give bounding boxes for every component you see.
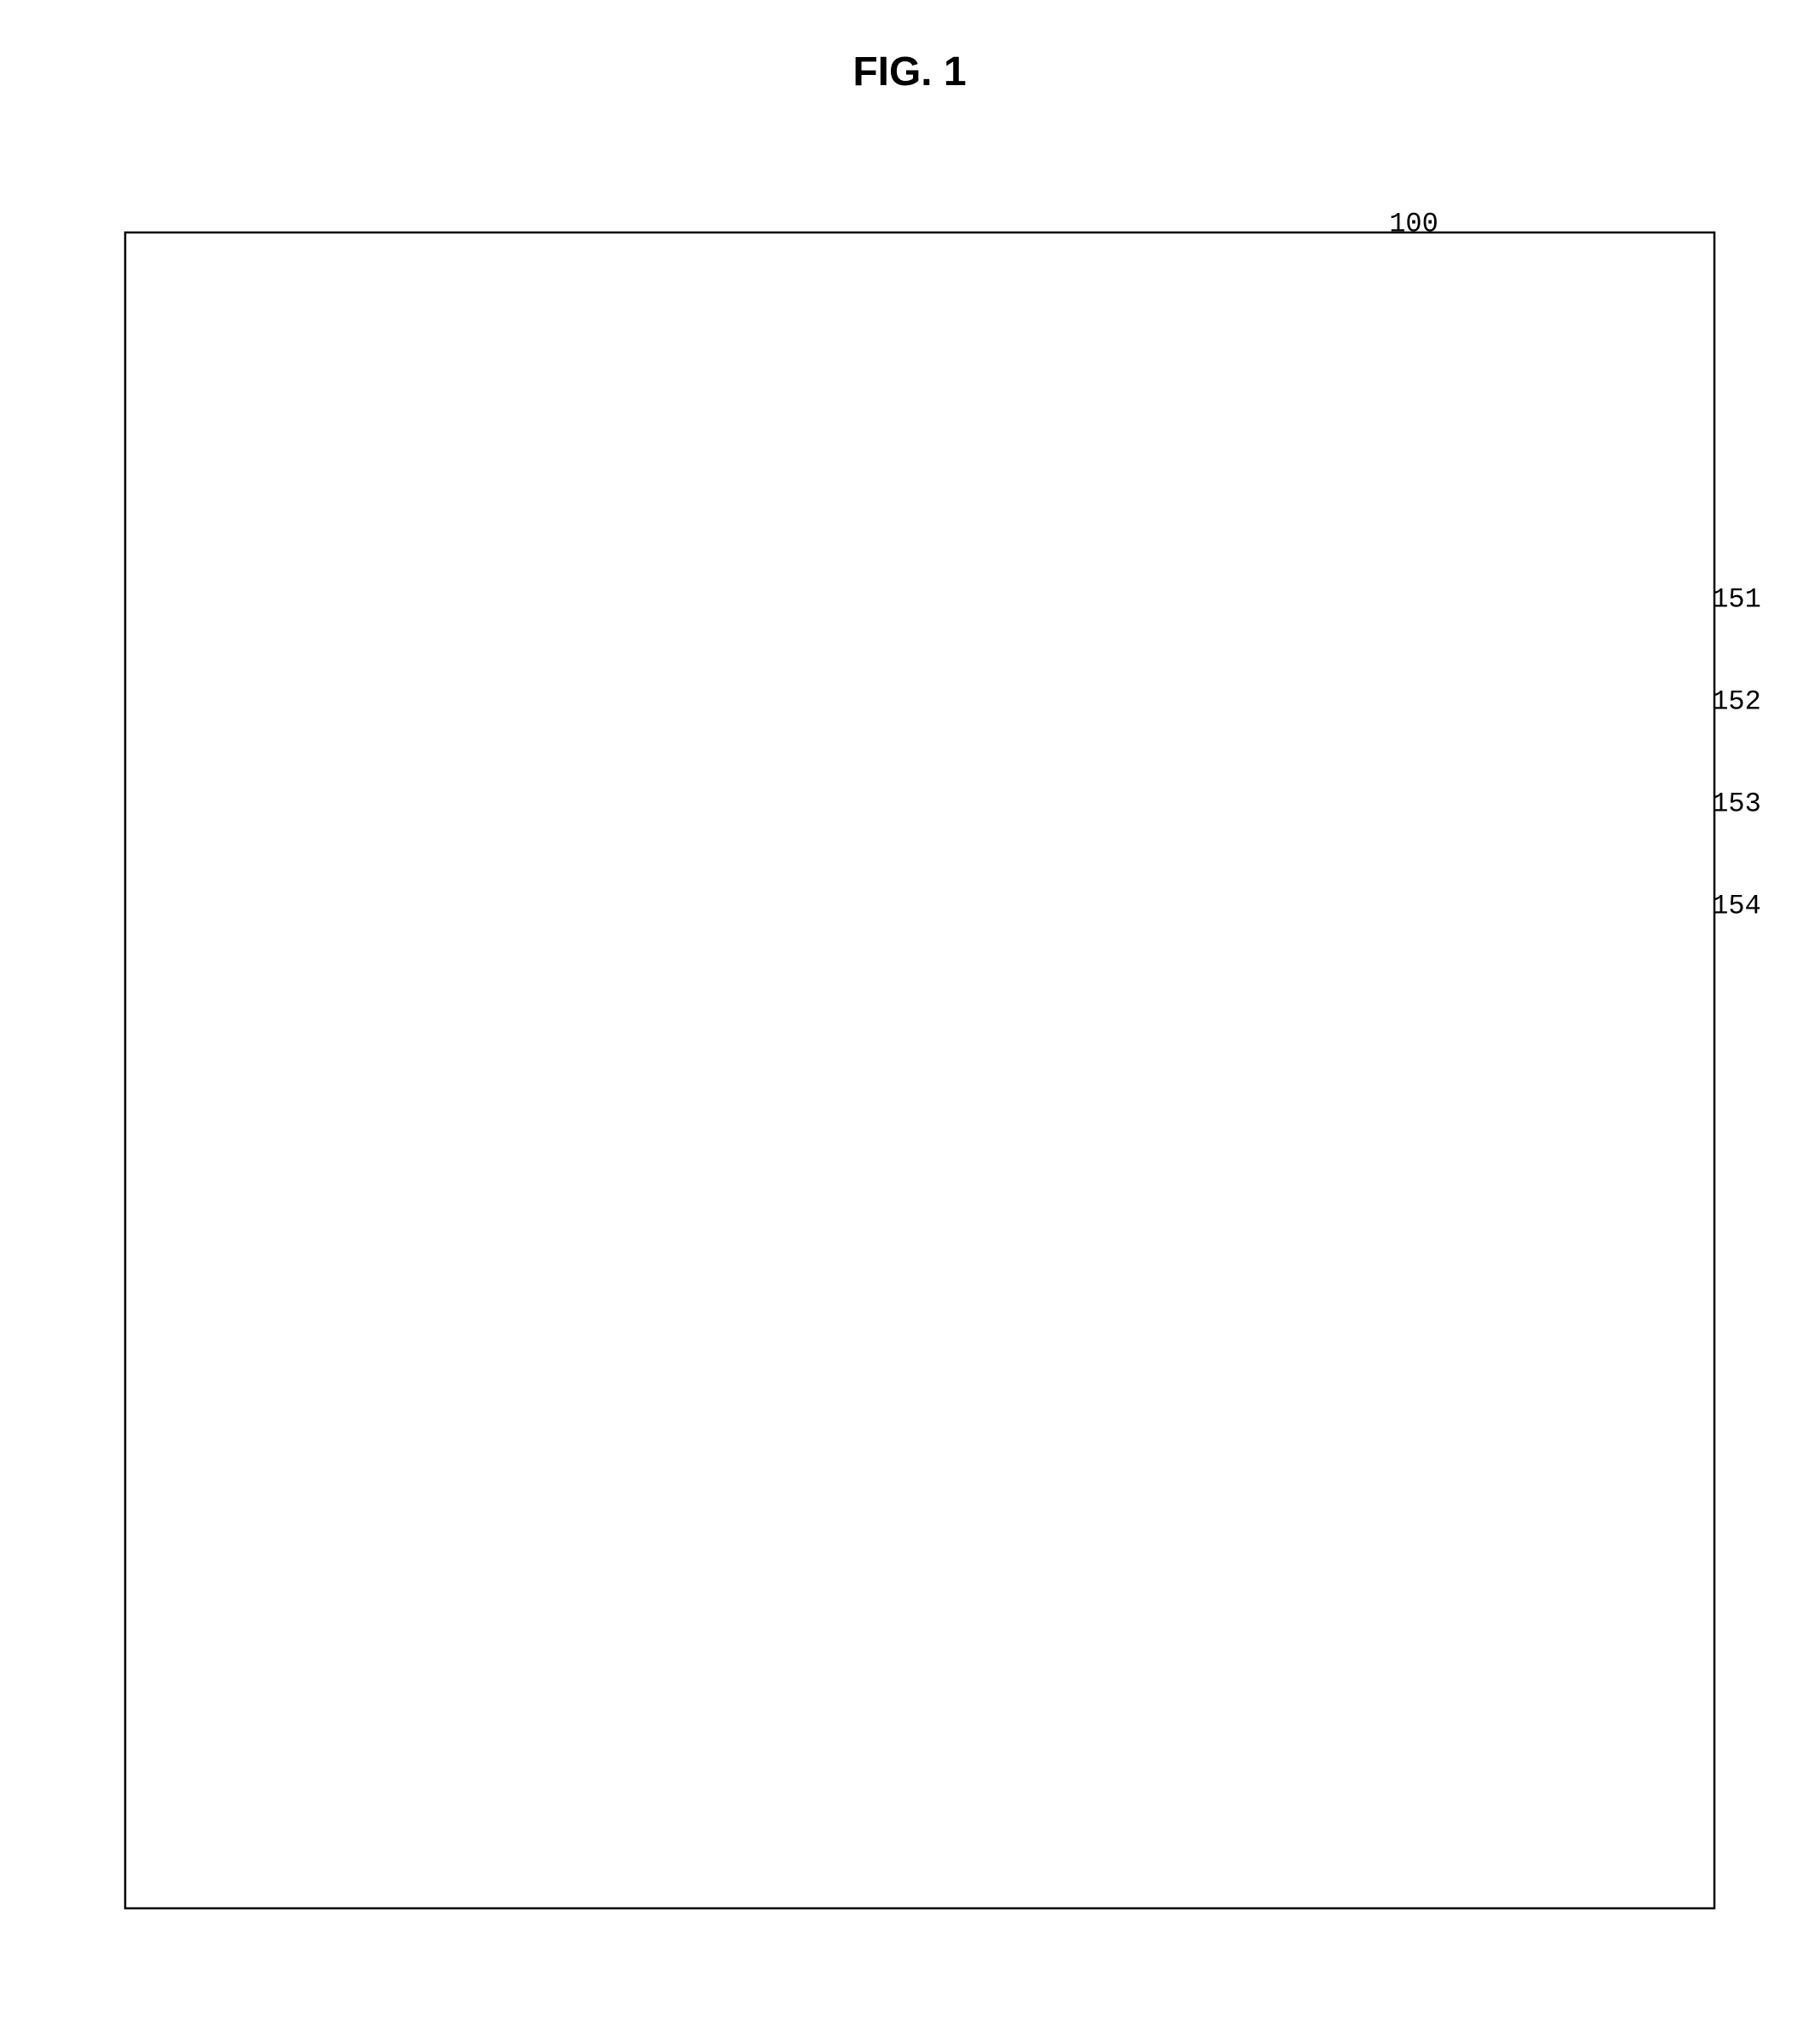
- ref-153: 153: [1712, 788, 1761, 819]
- ref-152: 152: [1712, 685, 1761, 717]
- ref-154: 154: [1712, 890, 1761, 921]
- ref-151: 151: [1712, 583, 1761, 615]
- figure-diagram: FIG. 1 100 Power supply 190 Controller 1…: [0, 0, 1820, 2042]
- figure-title: FIG. 1: [853, 49, 966, 95]
- outer-box: [125, 232, 1714, 1908]
